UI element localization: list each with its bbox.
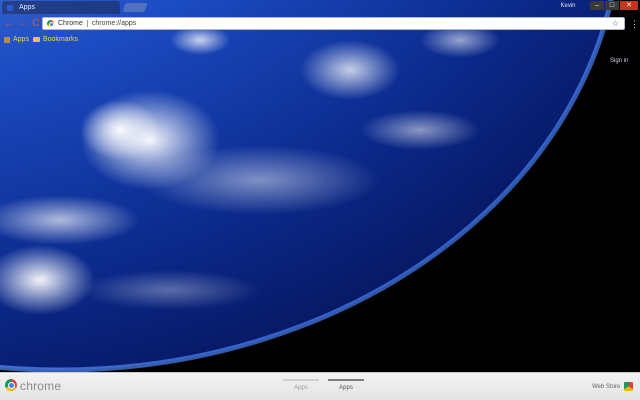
earth-image: [0, 0, 640, 372]
bookmark-apps[interactable]: Apps: [4, 36, 29, 43]
profile-button[interactable]: Kevin: [548, 1, 588, 11]
tab-strip: Apps Kevin – □ ✕: [0, 0, 640, 14]
web-store-icon[interactable]: [624, 382, 633, 391]
web-store-link[interactable]: Web Store: [592, 384, 620, 390]
chrome-logo-icon: [5, 379, 17, 391]
close-button[interactable]: ✕: [620, 1, 638, 10]
bookmark-label: Bookmarks: [42, 36, 78, 43]
address-bar[interactable]: Chrome chrome://apps ☆: [42, 17, 625, 30]
chrome-wordmark: chrome: [20, 379, 62, 393]
bookmark-star-icon[interactable]: ☆: [612, 19, 619, 28]
tab-title: Apps: [19, 4, 35, 11]
tab-apps[interactable]: Apps: [2, 1, 120, 14]
apps-grid-icon: [4, 36, 10, 43]
page-switcher-1[interactable]: Apps: [283, 379, 319, 399]
menu-icon[interactable]: ⋮: [630, 18, 639, 30]
sign-in-link[interactable]: Sign in: [610, 58, 628, 64]
folder-icon: [32, 37, 40, 42]
page-switcher-2[interactable]: Apps: [328, 379, 364, 399]
chrome-icon: [47, 20, 54, 27]
apps-favicon-icon: [7, 4, 13, 11]
omnibox-separator: [86, 20, 88, 27]
new-tab-button[interactable]: [122, 3, 148, 12]
forward-button[interactable]: →: [17, 18, 27, 30]
wallpaper-earth: [0, 0, 640, 372]
maximize-button[interactable]: □: [605, 1, 619, 10]
page-indicator: [283, 379, 319, 381]
bookmark-bar: Apps Bookmarks: [0, 34, 640, 45]
page-label: Apps: [294, 385, 308, 391]
bookmark-bookmarks[interactable]: Bookmarks: [32, 36, 78, 43]
url-text[interactable]: chrome://apps: [92, 20, 612, 27]
minimize-button[interactable]: –: [590, 1, 604, 10]
page-label: Apps: [339, 385, 353, 391]
bookmark-label: Apps: [13, 36, 29, 43]
omnibox-chip: Chrome: [58, 20, 83, 27]
page-indicator-selected: [328, 379, 364, 381]
reload-button[interactable]: C: [31, 18, 41, 30]
apps-footer: chrome Apps Apps Web Store: [0, 372, 640, 400]
back-button[interactable]: ←: [4, 18, 14, 30]
toolbar: ← → C Chrome chrome://apps ☆ ⋮: [0, 14, 640, 34]
